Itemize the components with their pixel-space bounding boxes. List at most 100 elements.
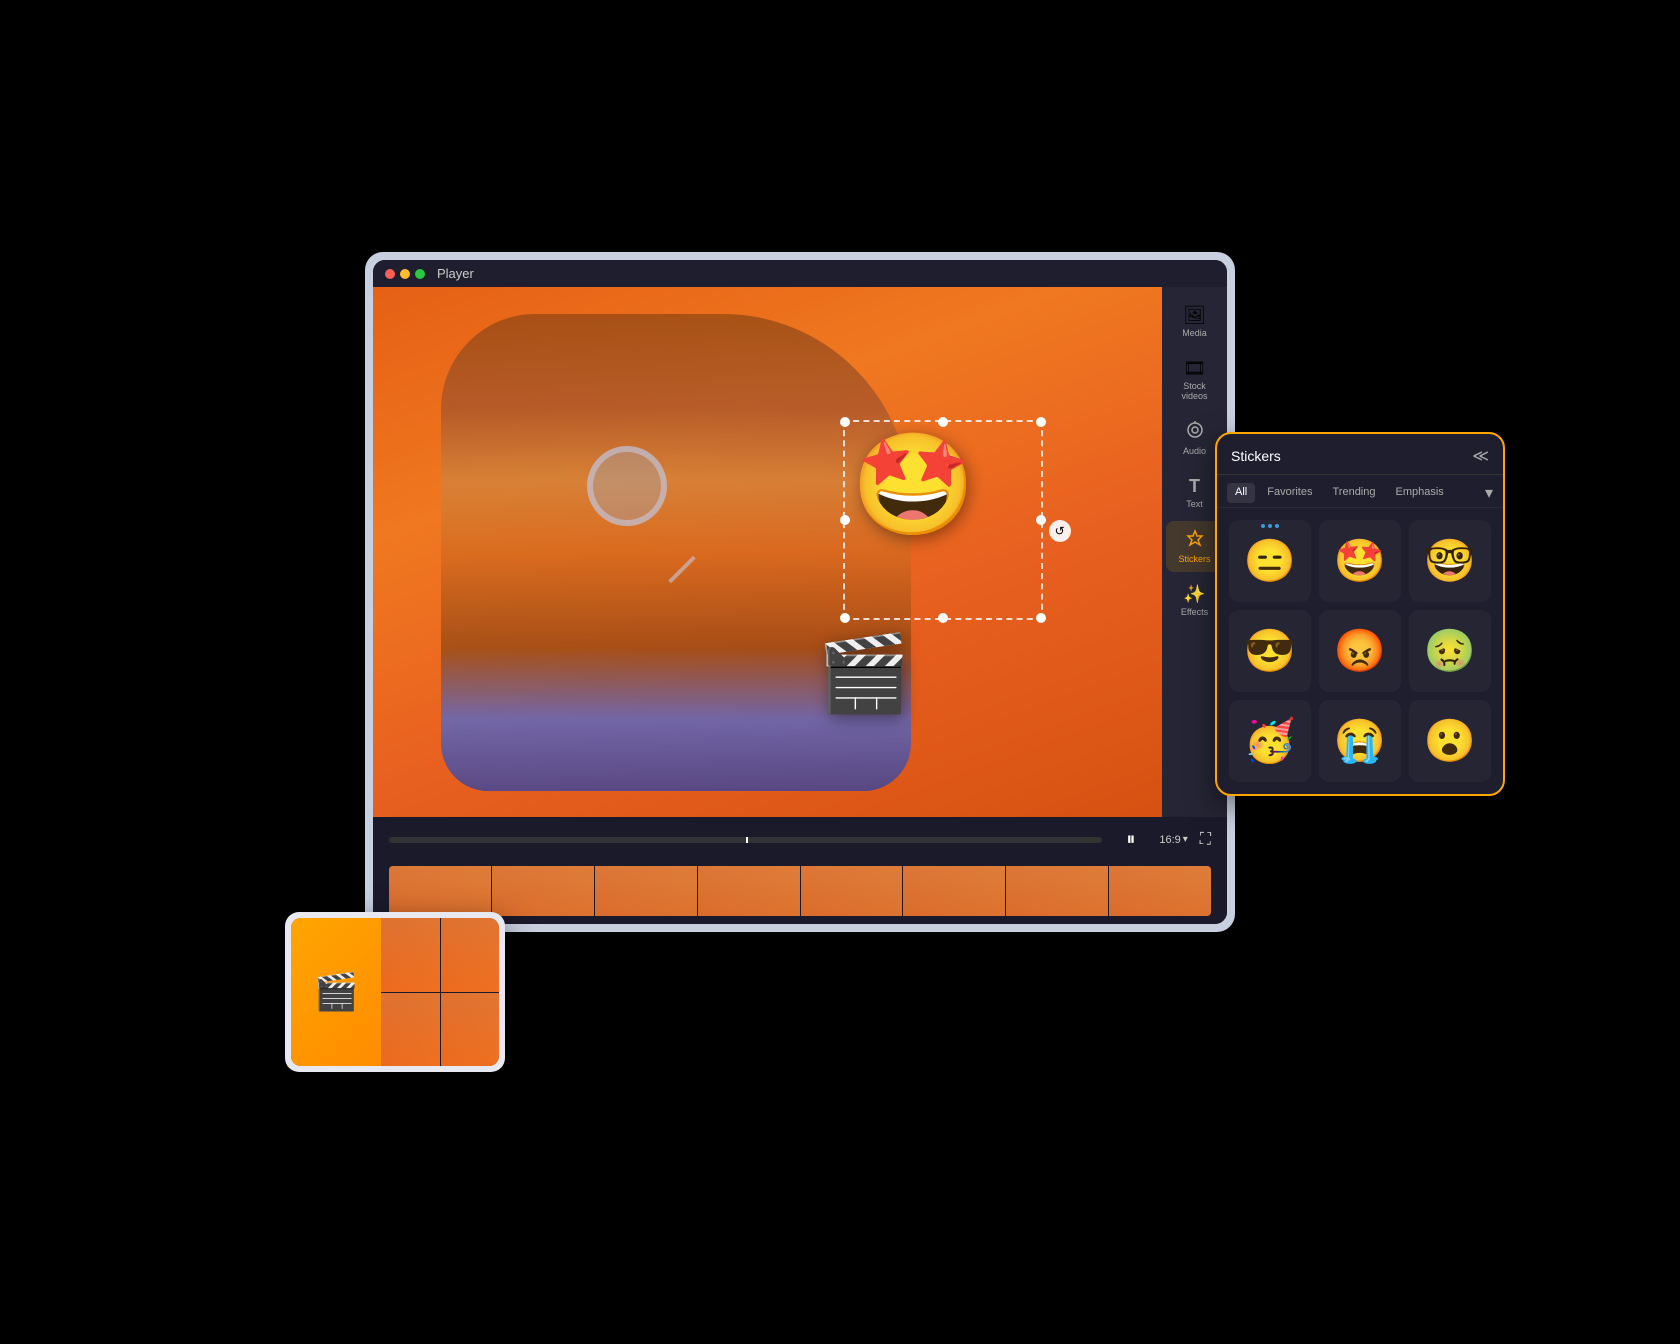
video-canvas: ↺ 🤩 🎬 [373,287,1227,817]
mini-person-4 [441,993,500,1067]
fullscreen-button[interactable]: ⛶ [1200,831,1211,849]
close-dot[interactable] [385,269,395,279]
mobile-device-inner: 🎬 [291,918,499,1066]
thumb-4 [698,866,800,916]
audio-icon [1186,421,1204,444]
stickers-grid: 😑 🤩 🤓 😎 😡 🤢 🥳 😭 [1217,508,1503,794]
rotate-handle[interactable]: ↺ [1049,520,1071,542]
play-pause-button[interactable]: ⏸ [1118,825,1143,854]
thumb-3 [595,866,697,916]
sticker-dots-1 [1261,524,1279,528]
thumb-5 [801,866,903,916]
sticker-item-7[interactable]: 🥳 [1229,700,1311,782]
playback-controls: ⏸ [1118,825,1143,854]
sidebar-label-effects: Effects [1181,607,1208,617]
thumb-person-6 [903,866,1005,916]
handle-br[interactable] [1036,613,1046,623]
stickers-panel-title: Stickers [1231,448,1281,464]
thumb-1 [389,866,491,916]
sticker-emoji-4: 😎 [1244,627,1296,676]
tabs-more-button[interactable]: ▾ [1485,483,1493,503]
thumb-person-5 [801,866,903,916]
tab-emphasis[interactable]: Emphasis [1388,483,1452,503]
sticker-emoji-9: 😮 [1424,717,1476,766]
sticker-emoji-5: 😡 [1334,627,1386,676]
aspect-ratio-chevron: ▾ [1183,834,1188,845]
sticker-item-2[interactable]: 🤩 [1319,520,1401,602]
handle-lm[interactable] [840,515,850,525]
sidebar-label-stickers: Stickers [1178,554,1210,564]
effects-icon: ✨ [1183,584,1205,605]
sticker-emoji-2: 🤩 [1334,537,1386,586]
sidebar-item-stock-videos[interactable]: 🎞 Stock videos [1166,350,1224,409]
main-device-inner: Player [373,260,1227,924]
mini-person-1 [381,918,440,992]
thumb-7 [1006,866,1108,916]
video-thumbnails [389,866,1211,916]
thumb-person-8 [1109,866,1211,916]
timeline-ruler-bar[interactable] [389,837,1102,843]
sticker-selection-box[interactable]: ↺ [843,420,1043,620]
sticker-emoji-6: 🤢 [1424,627,1476,676]
playhead [746,837,748,843]
dot-2 [1268,524,1272,528]
tab-trending[interactable]: Trending [1324,483,1383,503]
collapse-panel-button[interactable]: ≪ [1472,446,1489,466]
sticker-item-8[interactable]: 😭 [1319,700,1401,782]
sticker-emoji-3: 🤓 [1424,537,1476,586]
handle-bl[interactable] [840,613,850,623]
sticker-item-4[interactable]: 😎 [1229,610,1311,692]
sticker-item-1[interactable]: 😑 [1229,520,1311,602]
mini-person-2 [441,918,500,992]
timeline-strip [373,862,1227,924]
thumb-person-2 [492,866,594,916]
media-icon: 🖼 [1183,305,1206,326]
mobile-thumbnails [381,918,499,1066]
handle-bm[interactable] [938,613,948,623]
mobile-camera-emoji: 🎬 [314,971,359,1013]
maximize-dot[interactable] [415,269,425,279]
sidebar-label-media: Media [1182,328,1207,338]
stock-videos-icon: 🎞 [1183,358,1206,379]
handle-tl[interactable] [840,417,850,427]
mobile-thumb-2 [441,918,500,992]
sticker-emoji-8: 😭 [1334,717,1386,766]
dot-1 [1261,524,1265,528]
handle-tm[interactable] [938,417,948,427]
sidebar-item-media[interactable]: 🖼 Media [1166,297,1224,346]
minimize-dot[interactable] [400,269,410,279]
stickers-panel-header: Stickers ≪ [1217,434,1503,475]
sticker-item-3[interactable]: 🤓 [1409,520,1491,602]
mobile-thumb-row-2 [381,993,499,1067]
sidebar-label-audio: Audio [1183,446,1206,456]
sticker-item-9[interactable]: 😮 [1409,700,1491,782]
stickers-icon [1186,529,1204,552]
stickers-panel: Stickers ≪ All Favorites Trending Emphas… [1215,432,1505,796]
sticker-emoji-1: 😑 [1244,537,1296,586]
scene-wrapper: Player [315,222,1365,1122]
thumb-8 [1109,866,1211,916]
bottom-controls: ⏸ 16:9 ▾ ⛶ [373,817,1227,862]
tab-all[interactable]: All [1227,483,1255,503]
magnifying-glass [587,446,667,526]
stickers-tabs: All Favorites Trending Emphasis ▾ [1217,475,1503,508]
mobile-thumb-1 [381,918,440,992]
aspect-ratio-selector[interactable]: 16:9 ▾ [1159,834,1187,846]
tab-favorites[interactable]: Favorites [1259,483,1320,503]
sticker-emoji-7: 🥳 [1244,717,1296,766]
mini-person-3 [381,993,440,1067]
main-device: Player [365,252,1235,932]
player-area: ↺ 🤩 🎬 🖼 Media 🎞 [373,287,1227,817]
handle-tr[interactable] [1036,417,1046,427]
thumb-2 [492,866,594,916]
thumb-person-3 [595,866,697,916]
dot-3 [1275,524,1279,528]
text-icon: T [1189,476,1200,497]
sticker-item-6[interactable]: 🤢 [1409,610,1491,692]
handle-rm[interactable] [1036,515,1046,525]
thumb-6 [903,866,1005,916]
sticker-item-5[interactable]: 😡 [1319,610,1401,692]
sidebar-label-stock: Stock videos [1172,381,1218,401]
thumb-person-4 [698,866,800,916]
aspect-ratio-label: 16:9 [1159,834,1180,846]
